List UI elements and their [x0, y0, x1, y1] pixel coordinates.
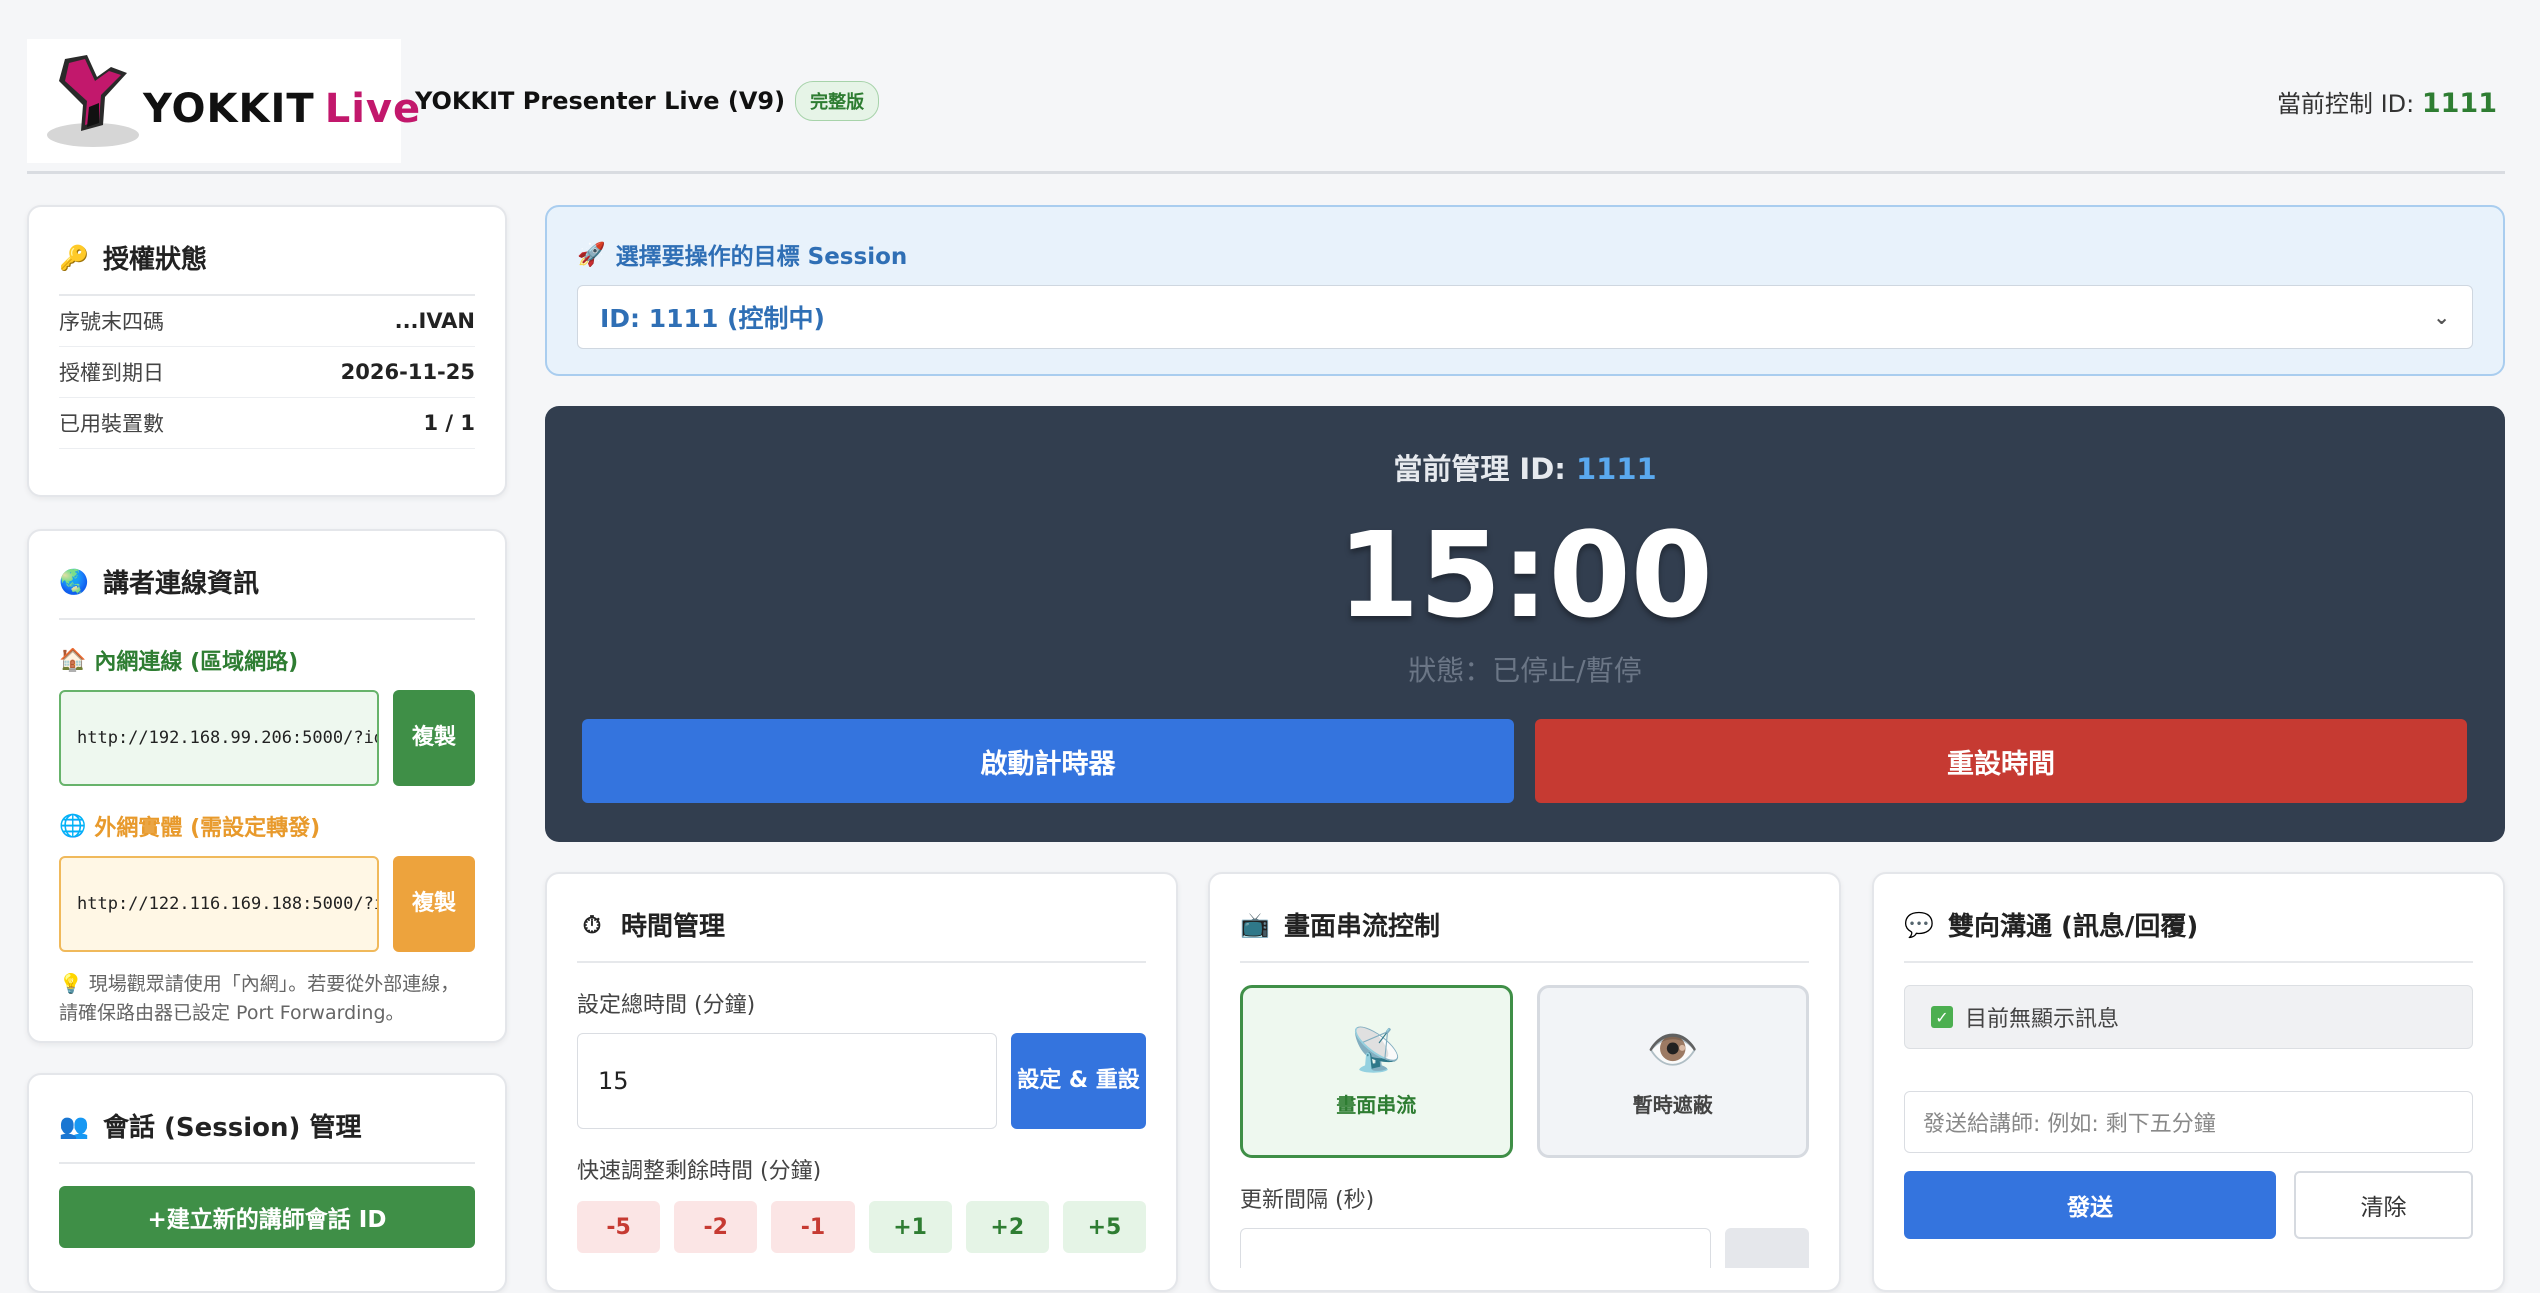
quick-plus-5-button[interactable]: +5: [1062, 1201, 1147, 1253]
timer-clock: 15:00: [1337, 506, 1713, 644]
eye-icon: 👁️: [1646, 1025, 1699, 1074]
stream-hide-button[interactable]: 👁️ 暫時遮蔽: [1536, 985, 1809, 1158]
clear-button[interactable]: 清除: [2294, 1171, 2473, 1239]
current-control-id: 當前控制 ID: 1111: [2276, 87, 2497, 119]
copy-wan-button[interactable]: 複製: [393, 856, 475, 952]
logo-text: YOKKIT Live: [143, 86, 422, 132]
stopwatch-icon: ⏱: [582, 910, 602, 939]
globe-small-icon: 🌐: [59, 813, 87, 839]
edition-badge: 完整版: [795, 81, 880, 121]
key-icon: 🔑: [59, 243, 89, 272]
timer-id-value: 1111: [1575, 452, 1657, 486]
timer-status: 狀態：已停止/暫停: [1408, 654, 1642, 687]
rocket-icon: 🚀: [577, 241, 606, 268]
reset-time-button[interactable]: 重設時間: [1535, 719, 2467, 803]
stream-on-button[interactable]: 📡 畫面串流: [1240, 985, 1513, 1158]
create-session-button[interactable]: +建立新的講師會話 ID: [59, 1186, 475, 1248]
license-title: 🔑 授權狀態: [59, 243, 208, 276]
start-timer-button[interactable]: 啟動計時器: [582, 719, 1514, 803]
header: YOKKIT Live YOKKIT Presenter Live (V9) 完整…: [27, 26, 2505, 176]
connection-card: 🌏 講者連線資訊 🏠 內網連線 (區域網路) http://192.168.99…: [27, 529, 507, 1043]
lan-label: 🏠 內網連線 (區域網路): [59, 647, 299, 676]
control-id-value: 1111: [2421, 87, 2497, 119]
divider: [1904, 961, 2473, 963]
check-icon: ✓: [1931, 1006, 1953, 1028]
users-icon: 👥: [59, 1111, 89, 1140]
license-row-expiry: 授權到期日 2026-11-25: [59, 347, 475, 398]
chat-title: 💬 雙向溝通 (訊息/回覆): [1904, 910, 2199, 943]
logo-mark-icon: [45, 51, 155, 151]
target-session-select[interactable]: ID: 1111 (控制中) ⌄: [577, 285, 2473, 349]
quick-plus-1-button[interactable]: +1: [868, 1201, 952, 1253]
speech-bubble-icon: 💬: [1904, 910, 1934, 939]
total-time-input[interactable]: 15: [577, 1033, 997, 1129]
logo: YOKKIT Live: [27, 39, 420, 163]
connection-hint: 💡 現場觀眾請使用「內網」。若要從外部連線，請確保路由器已設定 Port For…: [59, 973, 460, 1024]
house-icon: 🏠: [59, 647, 87, 673]
connection-title: 🌏 講者連線資訊: [59, 567, 260, 600]
chevron-down-icon: ⌄: [2433, 305, 2450, 329]
satellite-dish-icon: 📡: [1350, 1025, 1403, 1074]
session-title: 👥 會話 (Session) 管理: [59, 1111, 362, 1144]
time-management-title: ⏱ 時間管理: [577, 906, 1146, 943]
app-title: YOKKIT Presenter Live (V9): [415, 87, 786, 115]
set-reset-button[interactable]: 設定 & 重設: [1011, 1033, 1146, 1129]
quick-minus-1-button[interactable]: -1: [771, 1201, 855, 1253]
quick-minus-5-button[interactable]: -5: [577, 1201, 661, 1253]
wan-label: 🌐 外網實體 (需設定轉發): [59, 813, 321, 842]
license-row-devices: 已用裝置數 1 / 1: [59, 398, 475, 449]
message-input[interactable]: 發送給講師: 例如: 剩下五分鐘: [1904, 1091, 2473, 1153]
license-card: 🔑 授權狀態 序號末四碼 ...IVAN 授權到期日 2026-11-25 已用…: [27, 205, 507, 497]
divider: [1240, 961, 1809, 963]
header-divider: [27, 171, 2505, 174]
session-card: 👥 會話 (Session) 管理 +建立新的講師會話 ID: [27, 1073, 507, 1293]
stream-control-card: 📺 畫面串流控制 📡 畫面串流 👁️ 暫時遮蔽 更新間隔 (秒): [1208, 872, 1841, 1292]
total-time-label: 設定總時間 (分鐘): [577, 993, 756, 1018]
timer-manage-id: 當前管理 ID: 1111: [1393, 452, 1657, 486]
target-session-label: 🚀 選擇要操作的目標 Session: [577, 241, 908, 271]
send-button[interactable]: 發送: [1904, 1171, 2276, 1239]
interval-input[interactable]: [1240, 1228, 1711, 1268]
globe-icon: 🌏: [59, 567, 89, 596]
divider: [577, 961, 1146, 963]
wan-url-input[interactable]: http://122.116.169.188:5000/?id: [59, 856, 379, 952]
interval-label: 更新間隔 (秒): [1240, 1188, 1375, 1213]
divider: [59, 618, 475, 620]
license-row-serial: 序號末四碼 ...IVAN: [59, 296, 475, 347]
divider: [59, 1162, 475, 1164]
interval-set-button[interactable]: [1725, 1228, 1809, 1268]
lan-url-input[interactable]: http://192.168.99.206:5000/?id: [59, 690, 379, 786]
chat-card: 💬 雙向溝通 (訊息/回覆) ✓ 目前無顯示訊息 發送給講師: 例如: 剩下五分…: [1872, 872, 2505, 1292]
target-session-panel: 🚀 選擇要操作的目標 Session ID: 1111 (控制中) ⌄: [545, 205, 2505, 376]
stream-control-title: 📺 畫面串流控制: [1240, 910, 1441, 943]
timer-panel: 當前管理 ID: 1111 15:00 狀態：已停止/暫停 啟動計時器 重設時間: [545, 406, 2505, 842]
quick-plus-2-button[interactable]: +2: [965, 1201, 1049, 1253]
copy-lan-button[interactable]: 複製: [393, 690, 475, 786]
quick-adjust-label: 快速調整剩餘時間 (分鐘): [577, 1159, 822, 1184]
time-management-card: ⏱ 時間管理 設定總時間 (分鐘) 15 設定 & 重設 快速調整剩餘時間 (分…: [545, 872, 1178, 1292]
tv-icon: 📺: [1240, 910, 1270, 939]
logo-live-text: Live: [324, 86, 422, 132]
quick-minus-2-button[interactable]: -2: [674, 1201, 758, 1253]
message-status: ✓ 目前無顯示訊息: [1904, 985, 2473, 1049]
